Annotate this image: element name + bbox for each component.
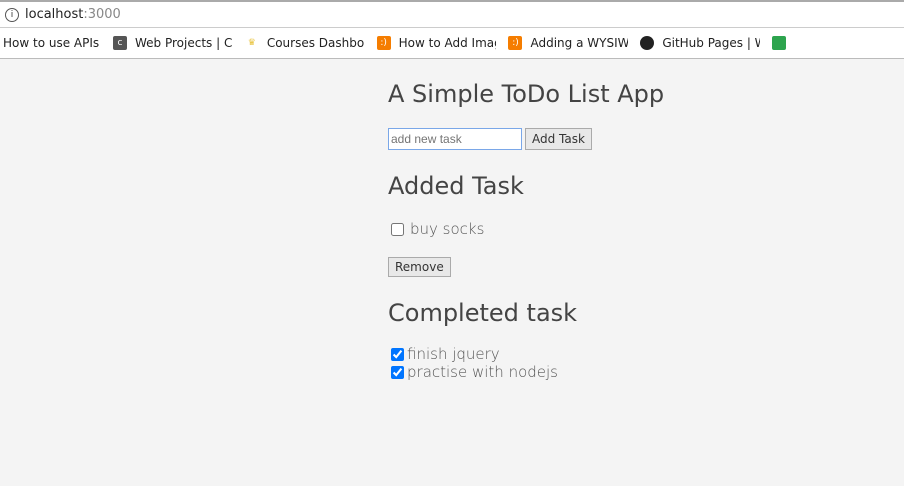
add-task-button[interactable]: Add Task [525,128,592,150]
codecademy-icon: c [113,36,127,50]
bookmarks-bar: How to use APIs with c Web Projects | Cod… [0,28,904,59]
address-bar[interactable]: i localhost:3000 [0,0,904,28]
task-label: practise with nodejs [407,363,558,381]
bookmark-label: Adding a WYSIWYG H [530,36,629,50]
task-checkbox[interactable] [391,222,404,236]
task-label: finish jquery [407,345,500,363]
bookmark[interactable]: c Web Projects | Codec [113,36,233,50]
task-label: buy socks [410,220,485,238]
task-checkbox[interactable] [391,347,404,361]
bookmark[interactable]: How to use APIs with [0,36,101,50]
task-checkbox[interactable] [391,365,404,379]
completed-task-item[interactable]: finish jquery [388,345,664,363]
bookmark-label: How to Add Image U [398,36,497,50]
remove-button[interactable]: Remove [388,257,451,277]
crown-icon: ♛ [247,38,256,48]
url-host: localhost [25,7,84,22]
green-icon [772,36,787,50]
completed-task-item[interactable]: practise with nodejs [388,363,664,381]
blogger-icon: :) [376,36,391,50]
new-task-input[interactable] [388,128,522,150]
todo-app: A Simple ToDo List App Add Task Added Ta… [388,80,664,381]
bookmark[interactable]: :) Adding a WYSIWYG H [508,36,628,50]
url-port: :3000 [83,7,121,22]
blogger-icon: :) [508,36,523,50]
bookmark[interactable]: ♛ Courses Dashboard | [245,36,365,50]
completed-heading: Completed task [388,299,578,327]
bookmark-label: How to use APIs with [3,36,101,50]
task-item[interactable]: buy socks [388,220,664,238]
github-icon [640,36,655,50]
bookmark[interactable]: GitHub Pages | Webs [640,36,760,50]
bookmark[interactable] [772,36,892,50]
added-heading: Added Task [388,172,524,200]
bookmark-label: Courses Dashboard | [266,36,365,50]
page-title: A Simple ToDo List App [388,80,665,108]
info-icon[interactable]: i [5,7,19,22]
bookmark-label: Web Projects | Codec [135,36,233,50]
bookmark-label: GitHub Pages | Webs [662,36,760,50]
bookmark[interactable]: :) How to Add Image U [376,36,497,50]
